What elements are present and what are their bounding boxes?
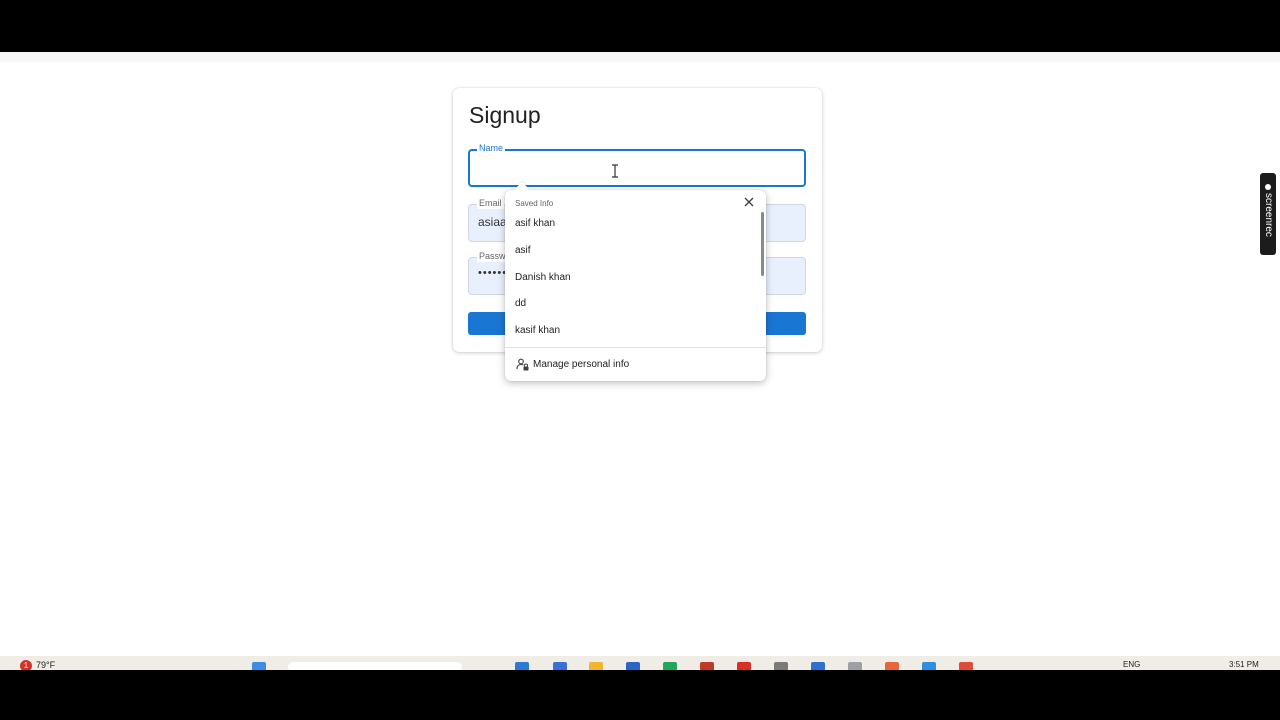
suggestion-label: asif bbox=[515, 245, 531, 256]
suggestion-label: dd bbox=[515, 298, 527, 309]
autofill-divider bbox=[505, 347, 766, 348]
vscode-icon[interactable] bbox=[922, 662, 936, 670]
name-field[interactable]: Name bbox=[468, 142, 806, 187]
clock[interactable]: 3:51 PM bbox=[1229, 660, 1259, 669]
autofill-suggestion[interactable]: dd bbox=[505, 291, 759, 317]
page-title: Signup bbox=[469, 102, 541, 128]
autofill-header: Saved Info bbox=[515, 199, 554, 208]
record-dot-icon bbox=[1265, 184, 1271, 190]
language-indicator[interactable]: ENG bbox=[1123, 660, 1140, 669]
taskbar-app-icon[interactable] bbox=[515, 662, 529, 670]
top-black-bar bbox=[0, 0, 1280, 52]
text-cursor-icon bbox=[612, 164, 618, 178]
weather-text[interactable]: 79°F bbox=[36, 660, 55, 670]
taskbar-app-icon[interactable] bbox=[848, 662, 862, 670]
taskbar-app-icon[interactable] bbox=[737, 662, 751, 670]
file-explorer-icon[interactable] bbox=[589, 662, 603, 670]
close-icon[interactable] bbox=[743, 196, 755, 208]
suggestion-label: asif khan bbox=[515, 218, 556, 229]
name-field-label: Name bbox=[477, 142, 506, 154]
suggestion-label: kasif khan bbox=[515, 325, 561, 336]
taskbar-app-icon[interactable] bbox=[774, 662, 788, 670]
suggestion-label: Danish khan bbox=[515, 272, 571, 283]
weather-badge[interactable]: 1 bbox=[20, 660, 32, 670]
bottom-black-bar bbox=[0, 670, 1280, 720]
manage-personal-info-label: Manage personal info bbox=[533, 359, 630, 370]
browser-edge-strip bbox=[0, 52, 1280, 62]
screenrec-label: screenrec bbox=[1263, 193, 1274, 237]
screenrec-watermark: screenrec bbox=[1260, 173, 1276, 255]
autofill-suggestion[interactable]: Danish khan bbox=[505, 265, 759, 291]
taskbar-app-icon[interactable] bbox=[626, 662, 640, 670]
taskbar-app-icon[interactable] bbox=[885, 662, 899, 670]
taskbar: 1 79°F ENG 3:51 PM bbox=[0, 656, 1280, 670]
taskbar-app-icon[interactable] bbox=[959, 662, 973, 670]
windows-start-icon[interactable] bbox=[252, 662, 266, 670]
taskbar-search-box[interactable] bbox=[288, 662, 462, 670]
email-field-label: Email bbox=[477, 197, 504, 209]
autofill-dropdown: Saved Info asif khan asif Danish khan dd… bbox=[505, 181, 766, 381]
taskbar-app-icon[interactable] bbox=[553, 662, 567, 670]
email-field-value: asiaa bbox=[478, 215, 507, 229]
chrome-icon[interactable] bbox=[663, 662, 677, 670]
manage-personal-info-button[interactable]: Manage personal info bbox=[505, 352, 766, 376]
autofill-suggestion[interactable]: asif khan bbox=[505, 211, 759, 237]
person-lock-icon bbox=[516, 358, 529, 371]
autofill-suggestion[interactable]: asif bbox=[505, 238, 759, 264]
taskbar-app-icon[interactable] bbox=[811, 662, 825, 670]
autofill-scrollbar[interactable] bbox=[761, 212, 764, 276]
autofill-suggestion[interactable]: kasif khan bbox=[505, 318, 759, 344]
mail-icon[interactable] bbox=[700, 662, 714, 670]
